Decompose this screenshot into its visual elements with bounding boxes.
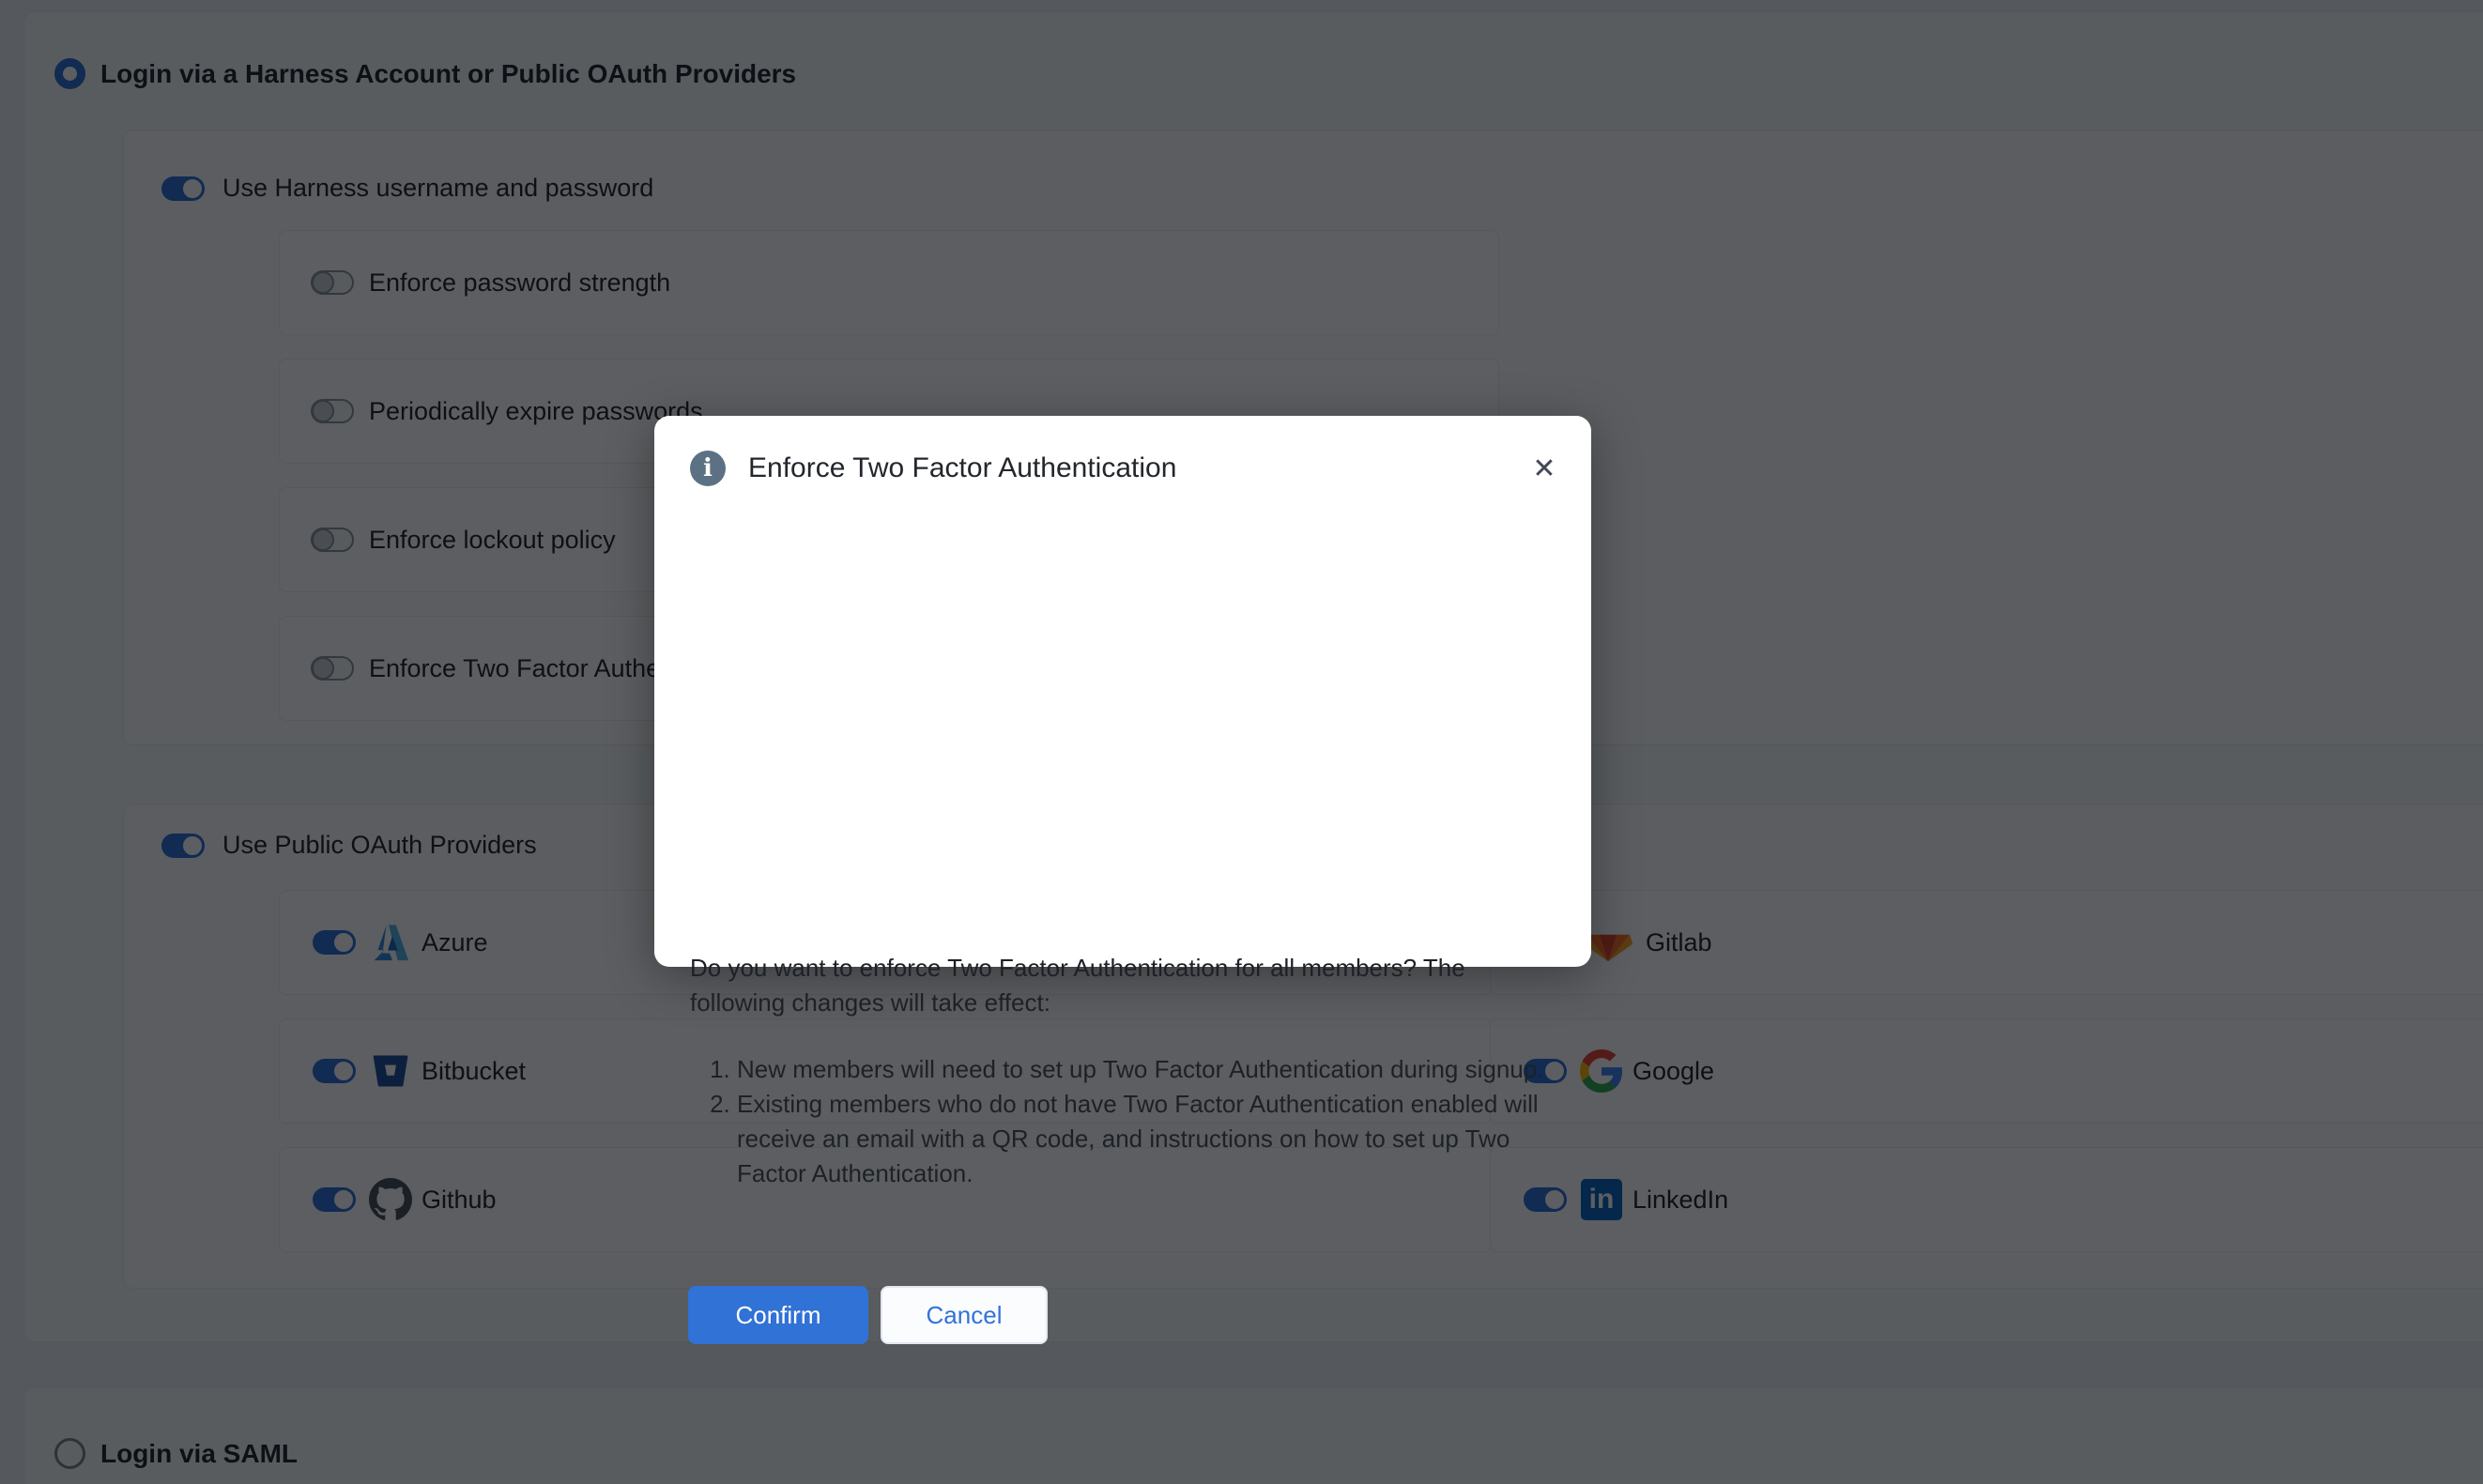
dialog-title: Enforce Two Factor Authentication <box>748 452 1176 484</box>
info-icon: i <box>690 451 726 486</box>
list-item: Existing members who do not have Two Fac… <box>737 1087 1544 1191</box>
cancel-button[interactable]: Cancel <box>881 1286 1048 1344</box>
list-item: New members will need to set up Two Fact… <box>737 1052 1544 1087</box>
close-icon[interactable]: ✕ <box>1520 444 1569 493</box>
enforce-2fa-dialog: i Enforce Two Factor Authentication ✕ Do… <box>654 416 1591 967</box>
confirm-button[interactable]: Confirm <box>688 1286 868 1344</box>
authentication-settings-page: Login via a Harness Account or Public OA… <box>0 0 2483 1484</box>
dialog-header: i Enforce Two Factor Authentication <box>690 451 1176 486</box>
dialog-change-list: New members will need to set up Two Fact… <box>690 1052 1544 1191</box>
dialog-body-text: Do you want to enforce Two Factor Authen… <box>690 951 1540 1020</box>
